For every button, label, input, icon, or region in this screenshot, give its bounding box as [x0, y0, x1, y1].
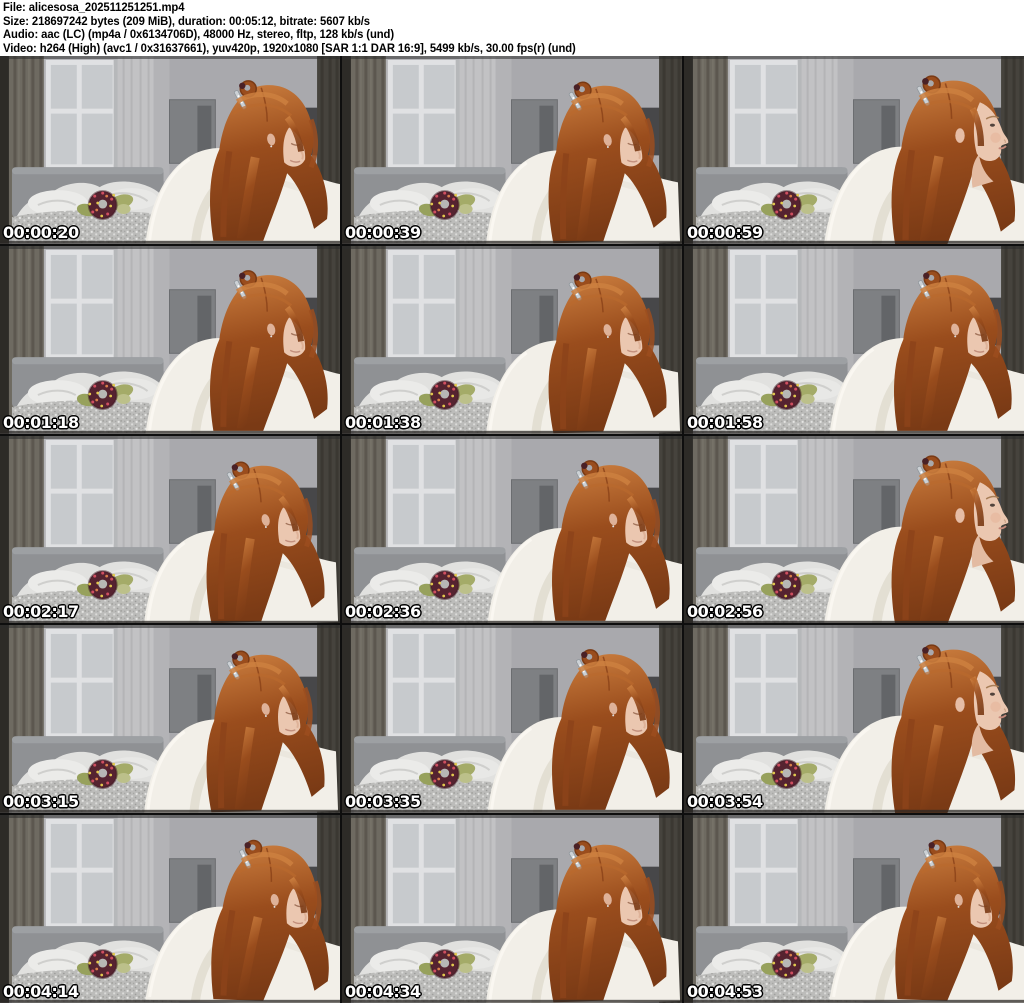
sheer-curtain — [117, 56, 154, 182]
frame-top-edge — [0, 56, 340, 59]
sheer-curtain — [801, 245, 838, 371]
thumbnail-frame-10: 00:03:15 — [0, 625, 340, 814]
video-frame-preview — [684, 245, 1024, 434]
thumbnail-frame-1: 00:00:20 — [0, 56, 340, 244]
contact-sheet: File: alicesosa_202511251251.mp4 Size: 2… — [0, 0, 1024, 1003]
thumbnail-frame-9: 00:02:56 — [684, 435, 1024, 624]
thumbnail-frame-14: 00:04:34 — [342, 815, 682, 1003]
sheer-curtain — [117, 625, 154, 751]
frame-top-edge — [684, 435, 1024, 439]
video-frame-preview — [684, 56, 1024, 244]
window — [387, 439, 460, 549]
thumbnail-frame-11: 00:03:35 — [342, 625, 682, 814]
window — [387, 249, 460, 360]
video-frame-preview — [684, 815, 1024, 1003]
timestamp-overlay: 00:02:36 — [345, 602, 421, 622]
timestamp-overlay: 00:01:38 — [345, 412, 421, 432]
timestamp-overlay: 00:04:34 — [345, 982, 421, 1001]
video-frame-preview — [684, 435, 1024, 624]
video-frame-preview — [342, 435, 682, 624]
thumbnail-frame-7: 00:02:17 — [0, 435, 340, 624]
timestamp-overlay: 00:03:54 — [687, 792, 763, 812]
thumbnail-frame-13: 00:04:14 — [0, 815, 340, 1003]
video-frame-preview — [0, 435, 340, 624]
window — [729, 629, 802, 739]
window — [729, 819, 802, 929]
sheer-curtain — [117, 435, 154, 561]
video-info-line: Video: h264 (High) (avc1 / 0x31637661), … — [3, 40, 576, 55]
window — [729, 59, 802, 170]
frame-top-edge — [0, 815, 340, 819]
video-frame-preview — [0, 56, 340, 244]
sheer-curtain — [801, 815, 838, 941]
sheer-curtain — [117, 245, 154, 371]
window — [387, 629, 460, 739]
window — [45, 629, 118, 739]
timestamp-overlay: 00:02:56 — [687, 602, 763, 622]
timestamp-overlay: 00:03:35 — [345, 792, 421, 812]
window — [45, 249, 118, 360]
frame-top-edge — [342, 56, 682, 59]
video-frame-preview — [684, 625, 1024, 814]
sheer-curtain — [459, 625, 496, 751]
frame-top-edge — [342, 435, 682, 439]
thumbnail-frame-15: 00:04:53 — [684, 815, 1024, 1003]
file-info-line: File: alicesosa_202511251251.mp4 — [3, 0, 185, 14]
timestamp-overlay: 00:04:14 — [3, 982, 79, 1001]
thumbnail-frame-3: 00:00:59 — [684, 56, 1024, 244]
video-frame-preview — [342, 245, 682, 434]
thumbnail-frame-12: 00:03:54 — [684, 625, 1024, 814]
video-frame-preview — [0, 815, 340, 1003]
window — [387, 59, 460, 170]
timestamp-overlay: 00:02:17 — [3, 602, 79, 622]
thumbnail-frame-4: 00:01:18 — [0, 245, 340, 434]
window — [45, 59, 118, 170]
window — [45, 439, 118, 549]
thumbnail-frame-2: 00:00:39 — [342, 56, 682, 244]
frame-top-edge — [342, 245, 682, 249]
thumbnail-frame-6: 00:01:58 — [684, 245, 1024, 434]
video-frame-preview — [0, 625, 340, 814]
frame-top-edge — [0, 435, 340, 439]
timestamp-overlay: 00:00:39 — [345, 222, 421, 242]
timestamp-overlay: 00:03:15 — [3, 792, 79, 812]
media-info-header: File: alicesosa_202511251251.mp4 Size: 2… — [0, 0, 1024, 56]
sheer-curtain — [117, 815, 154, 941]
sheer-curtain — [459, 435, 496, 561]
frame-top-edge — [342, 625, 682, 629]
frame-top-edge — [0, 245, 340, 249]
video-frame-preview — [0, 245, 340, 434]
timestamp-overlay: 00:01:18 — [3, 412, 79, 432]
sheer-curtain — [459, 245, 496, 371]
frame-top-edge — [684, 245, 1024, 249]
sheer-curtain — [459, 815, 496, 941]
sheer-curtain — [801, 625, 838, 751]
size-info-line: Size: 218697242 bytes (209 MiB), duratio… — [3, 13, 370, 28]
video-frame-preview — [342, 56, 682, 244]
frame-top-edge — [684, 815, 1024, 819]
video-frame-preview — [342, 815, 682, 1003]
sheer-curtain — [801, 56, 838, 182]
window — [729, 249, 802, 360]
window — [45, 819, 118, 929]
audio-info-line: Audio: aac (LC) (mp4a / 0x6134706D), 480… — [3, 27, 395, 41]
window — [729, 439, 802, 549]
timestamp-overlay: 00:00:59 — [687, 222, 763, 242]
window — [387, 819, 460, 929]
video-frame-preview — [342, 625, 682, 814]
frame-top-edge — [684, 625, 1024, 629]
sheer-curtain — [459, 56, 496, 182]
thumbnail-frame-8: 00:02:36 — [342, 435, 682, 624]
sheer-curtain — [801, 435, 838, 561]
timestamp-overlay: 00:04:53 — [687, 982, 763, 1001]
timestamp-overlay: 00:01:58 — [687, 412, 763, 432]
frame-top-edge — [0, 625, 340, 629]
thumbnail-grid: 00:00:20 00:00:39 00:00:59 00:01:18 00:0… — [0, 56, 1024, 1003]
timestamp-overlay: 00:00:20 — [3, 222, 79, 242]
thumbnail-frame-5: 00:01:38 — [342, 245, 682, 434]
frame-top-edge — [684, 56, 1024, 59]
frame-top-edge — [342, 815, 682, 819]
